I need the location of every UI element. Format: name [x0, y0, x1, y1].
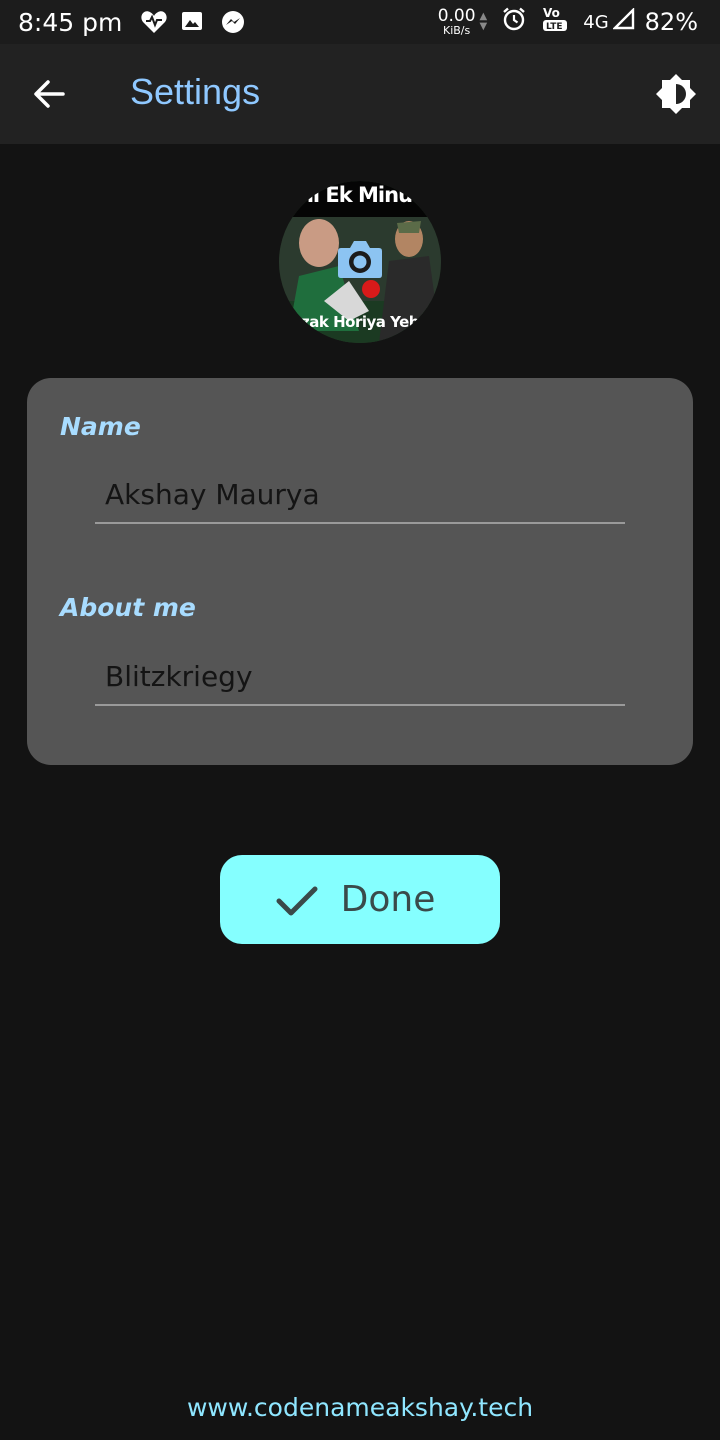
app-bar: Settings [0, 44, 720, 144]
volte-icon: Vo LTE [541, 5, 569, 39]
back-button[interactable] [28, 72, 72, 116]
website-link[interactable]: www.codenameakshay.tech [0, 1393, 720, 1422]
profile-avatar[interactable]: ni Ek Minut zak Horiya Yeh [279, 181, 441, 343]
battery-percentage: 82% [644, 8, 698, 36]
page-title: Settings [130, 71, 261, 112]
brightness-icon [656, 74, 696, 114]
network-speed-unit: KiB/s [442, 24, 471, 37]
heart-icon [140, 9, 167, 35]
profile-form-card: Name About me [27, 378, 693, 765]
avatar-caption-bottom: zak Horiya Yeh [301, 313, 419, 331]
volte-label: LTE [546, 22, 563, 32]
status-right: 0.00 KiB/s ▲ ▼ Vo LTE 4G 82% [438, 0, 698, 44]
svg-text:Vo: Vo [543, 6, 560, 20]
avatar-caption-top: ni Ek Minut [298, 183, 422, 207]
signal-icon [611, 7, 635, 36]
network-speed-value: 0.00 [437, 6, 476, 26]
change-photo-button[interactable] [337, 238, 383, 280]
name-field[interactable] [95, 468, 625, 524]
camera-icon [338, 241, 382, 278]
status-left: 8:45 pm [18, 0, 260, 44]
about-label: About me [60, 593, 196, 622]
image-icon [180, 9, 206, 35]
messenger-icon [220, 9, 246, 35]
settings-screen: 8:45 pm 0.00 KiB/s ▲ ▼ Vo LTE 4G 82% Set… [0, 0, 720, 1440]
done-label: Done [340, 879, 436, 920]
network-type: 4G [583, 11, 609, 33]
status-bar: 8:45 pm 0.00 KiB/s ▲ ▼ Vo LTE 4G 82% [0, 0, 720, 44]
updown-arrows-icon: ▲ ▼ [479, 11, 488, 32]
theme-toggle-button[interactable] [652, 70, 700, 118]
about-field[interactable] [95, 650, 625, 706]
arrow-left-icon [34, 80, 65, 108]
status-time: 8:45 pm [18, 7, 123, 37]
check-icon [276, 886, 318, 915]
network-speed: 0.00 KiB/s [437, 6, 476, 37]
done-button[interactable]: Done [220, 855, 500, 944]
name-label: Name [60, 412, 141, 441]
alarm-icon [501, 6, 527, 38]
